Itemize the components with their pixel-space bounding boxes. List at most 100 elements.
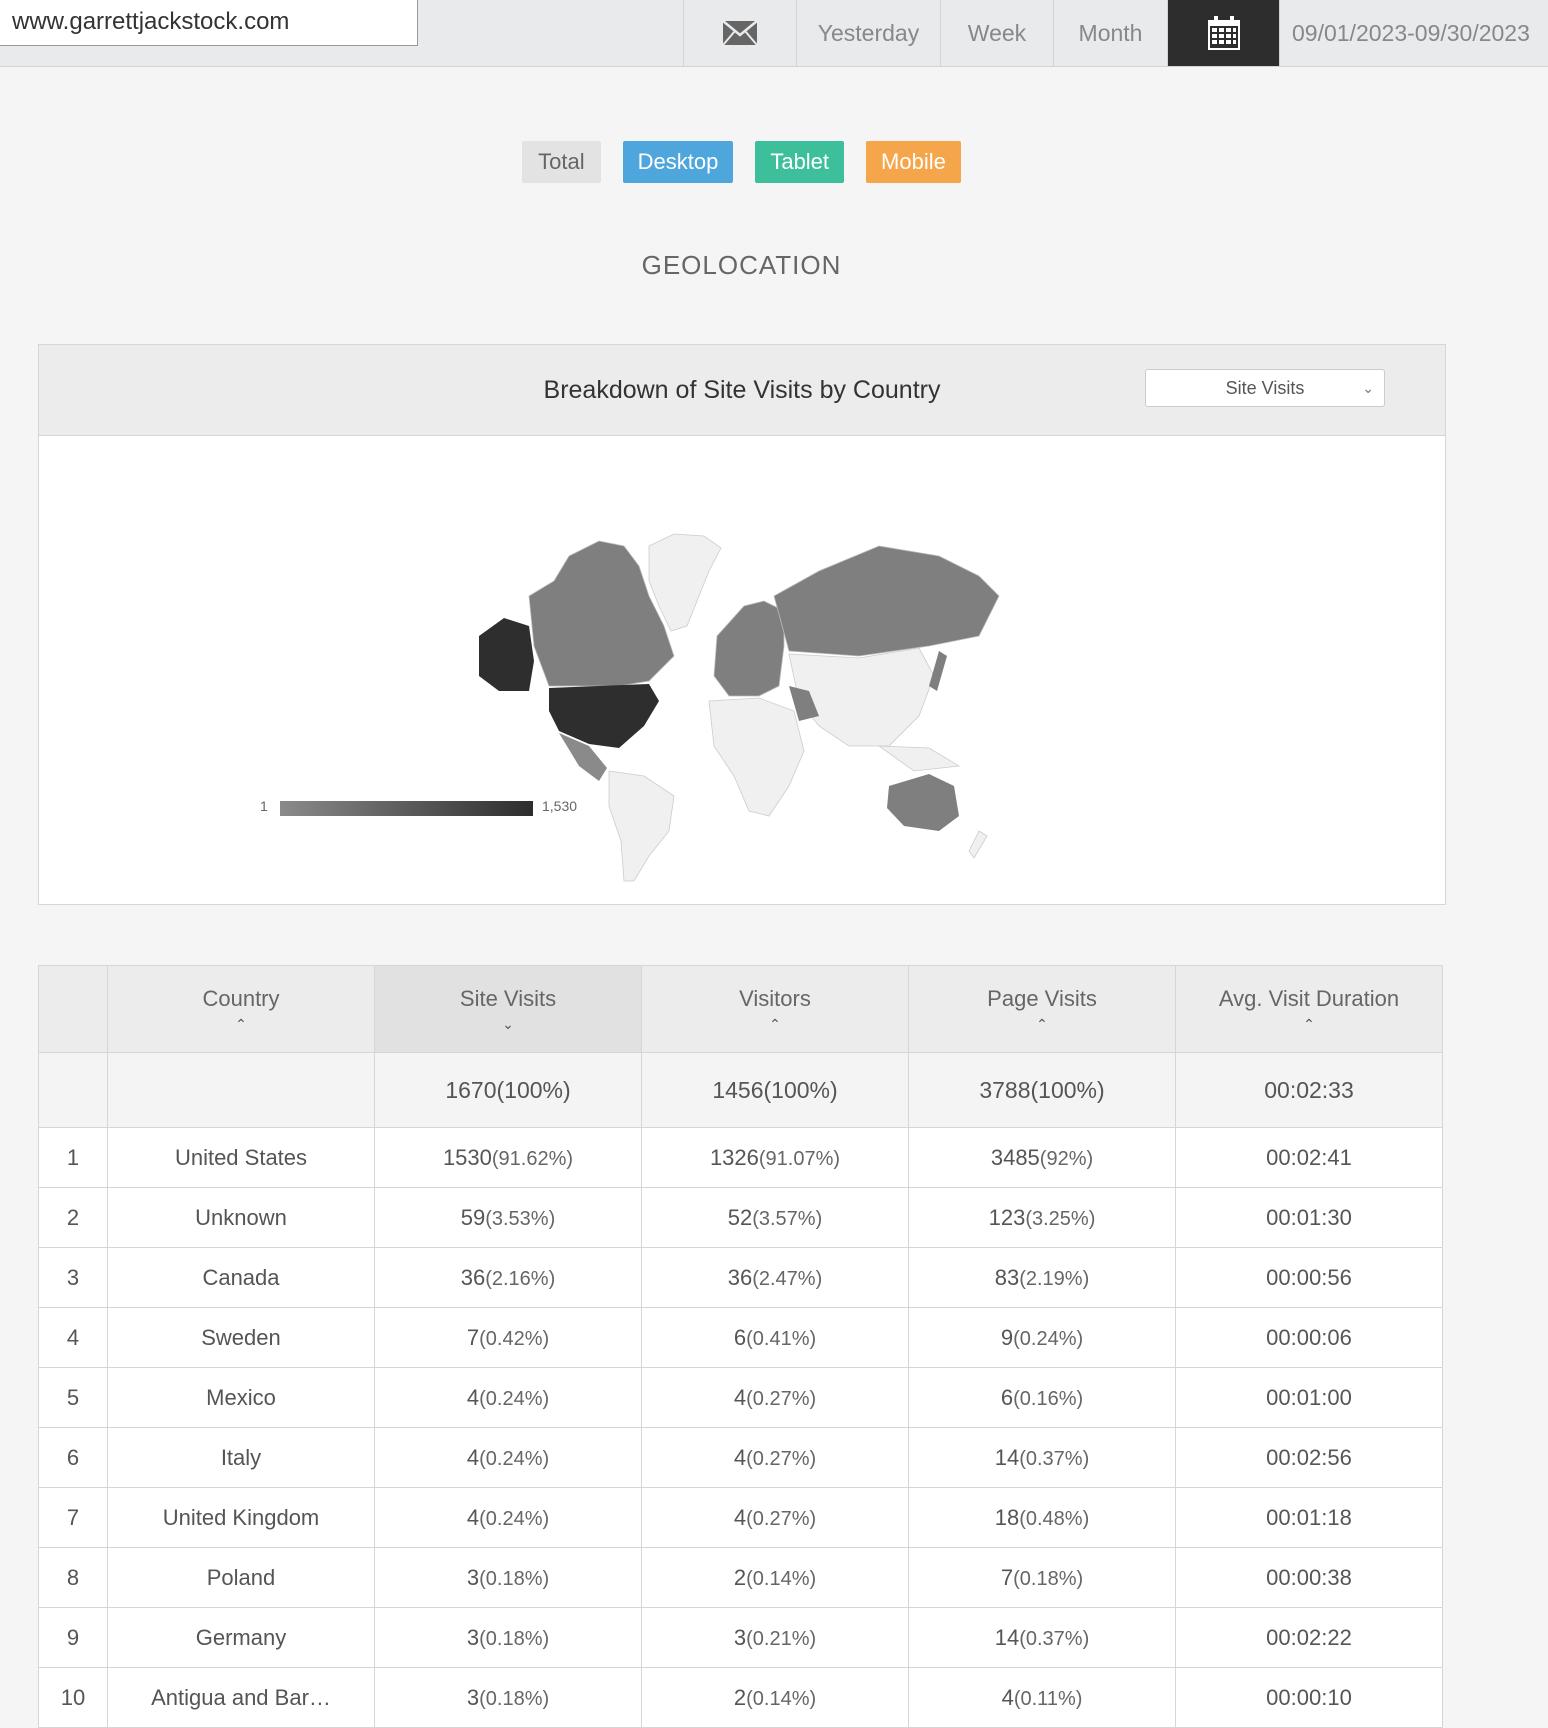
header-visitors[interactable]: Visitors ⌃ xyxy=(641,965,909,1053)
date-range[interactable]: 09/01/2023-09/30/2023 xyxy=(1279,0,1548,66)
row-page-visits-percent: (3.25%) xyxy=(1025,1207,1096,1230)
row-site-visits-percent: (0.24%) xyxy=(479,1447,550,1470)
mail-button[interactable] xyxy=(683,0,796,66)
totals-row: 1670(100%) 1456(100%) 3788(100%) 00:02:3… xyxy=(38,1052,1443,1128)
totals-site-visits: 1670(100%) xyxy=(374,1052,642,1128)
row-site-visits: 4(0.24%) xyxy=(374,1487,642,1548)
row-country: Italy xyxy=(107,1427,375,1488)
row-site-visits-value: 4 xyxy=(466,1384,480,1410)
row-page-visits-value: 6 xyxy=(1000,1384,1014,1410)
metric-dropdown[interactable]: Site Visits ⌄ xyxy=(1145,369,1385,407)
row-site-visits-percent: (0.42%) xyxy=(479,1327,550,1350)
row-rank: 2 xyxy=(38,1187,108,1248)
header-country-label: Country xyxy=(202,985,280,1011)
row-site-visits: 1530(91.62%) xyxy=(374,1127,642,1188)
row-site-visits-value: 4 xyxy=(466,1504,480,1530)
site-selector[interactable]: www.garrettjackstock.com xyxy=(0,0,418,46)
row-country: Unknown xyxy=(107,1187,375,1248)
metric-dropdown-value: Site Visits xyxy=(1225,378,1305,398)
row-visitors-value: 52 xyxy=(727,1204,753,1230)
legend-min-label: 1 xyxy=(260,798,268,814)
table-row: 8 Poland 3(0.18%) 2(0.14%) 7(0.18%) 00:00:38 xyxy=(38,1547,1443,1608)
row-country: Antigua and Bar… xyxy=(107,1667,375,1728)
totals-duration: 00:02:33 xyxy=(1175,1052,1443,1128)
row-page-visits: 18(0.48%) xyxy=(908,1487,1176,1548)
header-visitors-label: Visitors xyxy=(739,985,811,1011)
row-site-visits-value: 3 xyxy=(466,1564,480,1590)
row-page-visits-percent: (92%) xyxy=(1039,1147,1094,1170)
chevron-up-icon: ⌃ xyxy=(235,1015,247,1032)
row-page-visits-percent: (2.19%) xyxy=(1019,1267,1090,1290)
filter-mobile-button[interactable]: Mobile xyxy=(866,141,961,183)
row-page-visits-value: 4 xyxy=(1001,1684,1014,1710)
row-duration: 00:02:22 xyxy=(1175,1607,1443,1668)
table-row: 7 United Kingdom 4(0.24%) 4(0.27%) 18(0.48%)… xyxy=(38,1487,1443,1548)
filter-total-button[interactable]: Total xyxy=(522,141,601,183)
header-duration[interactable]: Avg. Visit Duration ⌃ xyxy=(1175,965,1443,1053)
row-page-visits-percent: (0.48%) xyxy=(1019,1507,1090,1530)
chevron-up-icon: ⌃ xyxy=(769,1015,781,1032)
row-visitors-value: 3 xyxy=(733,1624,747,1650)
table-row: 2 Unknown 59(3.53%) 52(3.57%) 123(3.25%) 00:0… xyxy=(38,1187,1443,1248)
row-page-visits: 9(0.24%) xyxy=(908,1307,1176,1368)
row-page-visits-percent: (0.18%) xyxy=(1013,1567,1084,1590)
row-visitors: 6(0.41%) xyxy=(641,1307,909,1368)
row-site-visits-percent: (0.18%) xyxy=(479,1567,550,1590)
row-visitors: 4(0.27%) xyxy=(641,1427,909,1488)
row-visitors: 2(0.14%) xyxy=(641,1667,909,1728)
period-yesterday[interactable]: Yesterday xyxy=(796,0,940,66)
row-visitors: 3(0.21%) xyxy=(641,1607,909,1668)
row-visitors-percent: (2.47%) xyxy=(752,1267,823,1290)
table-row: 10 Antigua and Bar… 3(0.18%) 2(0.14%) 4(0.11… xyxy=(38,1667,1443,1728)
row-site-visits-value: 1530 xyxy=(442,1144,492,1170)
row-country: Poland xyxy=(107,1547,375,1608)
row-rank: 4 xyxy=(38,1307,108,1368)
row-page-visits-value: 123 xyxy=(988,1204,1026,1230)
filter-tablet-button[interactable]: Tablet xyxy=(755,141,845,183)
header-site-visits[interactable]: Site Visits ⌄ xyxy=(374,965,642,1053)
row-site-visits: 36(2.16%) xyxy=(374,1247,642,1308)
row-country: Canada xyxy=(107,1247,375,1308)
row-rank: 10 xyxy=(38,1667,108,1728)
row-page-visits-value: 14 xyxy=(994,1444,1020,1470)
row-page-visits: 3485(92%) xyxy=(908,1127,1176,1188)
row-visitors: 52(3.57%) xyxy=(641,1187,909,1248)
row-visitors-percent: (0.27%) xyxy=(746,1507,817,1530)
row-site-visits-value: 59 xyxy=(460,1204,486,1230)
row-page-visits-value: 3485 xyxy=(990,1144,1040,1170)
period-month[interactable]: Month xyxy=(1053,0,1167,66)
row-rank: 8 xyxy=(38,1547,108,1608)
map-region-africa xyxy=(708,697,805,817)
map-region-alaska xyxy=(479,618,534,691)
row-site-visits-percent: (0.18%) xyxy=(479,1627,550,1650)
header-country[interactable]: Country ⌃ xyxy=(107,965,375,1053)
row-duration: 00:00:06 xyxy=(1175,1307,1443,1368)
row-site-visits: 4(0.24%) xyxy=(374,1427,642,1488)
period-week[interactable]: Week xyxy=(940,0,1053,66)
row-country: United Kingdom xyxy=(107,1487,375,1548)
map-header: Breakdown of Site Visits by Country Site… xyxy=(39,345,1445,436)
map-region-australia xyxy=(887,774,959,831)
row-page-visits-percent: (0.24%) xyxy=(1013,1327,1084,1350)
row-site-visits: 3(0.18%) xyxy=(374,1547,642,1608)
section-title: GEOLOCATION xyxy=(641,250,842,280)
filter-desktop-button[interactable]: Desktop xyxy=(622,141,734,183)
chevron-up-icon: ⌃ xyxy=(1036,1015,1048,1032)
row-duration: 00:00:10 xyxy=(1175,1667,1443,1728)
row-country: Germany xyxy=(107,1607,375,1668)
header-page-visits[interactable]: Page Visits ⌃ xyxy=(908,965,1176,1053)
row-page-visits-value: 9 xyxy=(1000,1324,1014,1350)
table-row: 6 Italy 4(0.24%) 4(0.27%) 14(0.37%) 00:02:56 xyxy=(38,1427,1443,1488)
row-duration: 00:00:38 xyxy=(1175,1547,1443,1608)
chevron-down-icon: ⌄ xyxy=(502,1015,514,1032)
row-visitors-percent: (91.07%) xyxy=(758,1147,841,1170)
header-duration-label: Avg. Visit Duration xyxy=(1218,985,1400,1011)
row-site-visits-percent: (0.18%) xyxy=(479,1687,550,1710)
table-row: 5 Mexico 4(0.24%) 4(0.27%) 6(0.16%) 00:01:00 xyxy=(38,1367,1443,1428)
row-page-visits-value: 14 xyxy=(994,1624,1020,1650)
world-map[interactable] xyxy=(459,486,1059,886)
map-region-europe xyxy=(713,600,785,697)
calendar-button[interactable] xyxy=(1167,0,1279,66)
row-page-visits-percent: (0.37%) xyxy=(1019,1627,1090,1650)
header-page-visits-label: Page Visits xyxy=(987,985,1097,1011)
